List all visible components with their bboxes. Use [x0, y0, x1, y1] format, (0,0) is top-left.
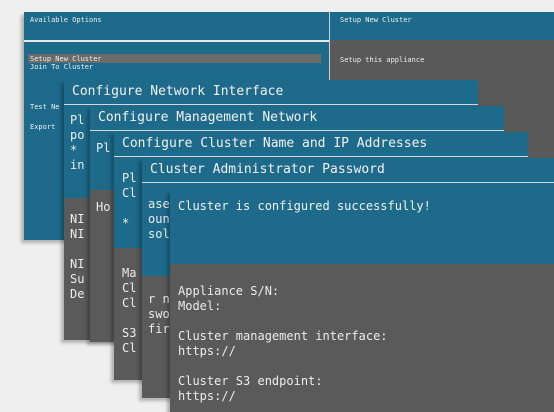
options-header: Available Options Setup New Cluster [24, 12, 554, 42]
window-title: Configure Network Interface [64, 80, 478, 105]
selected-option-heading: Setup New Cluster [340, 16, 412, 24]
cluster-details-panel: Appliance S/N: Model: Cluster management… [170, 264, 554, 412]
available-options-heading: Available Options [30, 16, 102, 24]
option-setup-new-cluster[interactable]: Setup New Cluster [30, 55, 102, 63]
body-text-top: Pl po * in [70, 113, 85, 172]
cluster-configured-window: Cluster is configured successfully! Appl… [170, 190, 554, 412]
body-text-top: Pl [96, 141, 111, 155]
success-message: Cluster is configured successfully! [170, 190, 554, 222]
body-text-bottom: Ho [96, 200, 111, 214]
option-test-network[interactable]: Test Ne [30, 103, 60, 111]
cluster-details-text: Appliance S/N: Model: Cluster management… [178, 284, 388, 403]
body-text-bottom: Ma Cl Cl S3 Cl [122, 266, 137, 355]
window-title: Cluster Administrator Password [142, 158, 554, 183]
window-title: Configure Management Network [90, 106, 504, 131]
option-description: Setup this appliance [340, 56, 425, 64]
option-export[interactable]: Export [30, 123, 55, 131]
option-join-to-cluster[interactable]: Join To Cluster [30, 63, 93, 71]
body-text-top: Pl Cl * [122, 171, 137, 230]
window-title: Configure Cluster Name and IP Addresses [114, 132, 528, 157]
body-text-bottom: NI NI NI Su De [70, 212, 85, 301]
